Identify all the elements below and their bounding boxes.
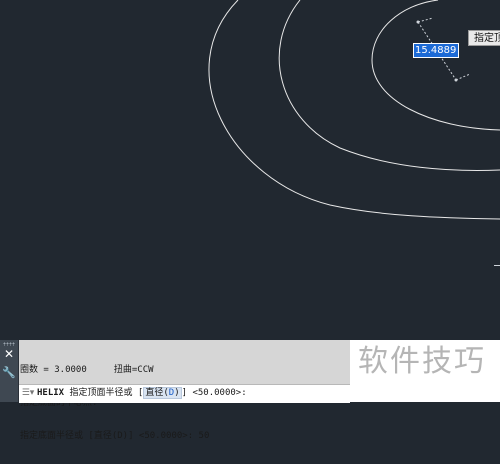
watermark-panel: 软件技巧	[350, 340, 500, 402]
command-history: 圈数 = 3.0000 扭曲=CCW 指定底面的中心点: 指定底面半径或 [直径…	[20, 343, 350, 464]
history-line: 圈数 = 3.0000 扭曲=CCW	[20, 365, 154, 375]
dynamic-prompt-tooltip: 指定顶面	[468, 30, 500, 46]
drawing-canvas[interactable]: 15.4889 指定顶面	[0, 0, 500, 340]
prompt-suffix: ] <50.0000>:	[181, 388, 247, 398]
command-name: HELIX	[37, 388, 65, 398]
option-diameter[interactable]: 直径(D)	[143, 387, 182, 399]
preview-vertex	[416, 20, 420, 24]
command-input-row[interactable]: ☰▾ HELIX 指定顶面半径或 [直径(D)] <50.0000>:	[19, 384, 350, 403]
prompt-text: 指定顶面半径或 [	[64, 388, 144, 398]
watermark-text: 软件技巧	[358, 344, 486, 379]
preview-vertex	[454, 78, 458, 82]
helix-outer-arc	[208, 0, 500, 220]
helix-middle-arc	[278, 0, 500, 171]
dynamic-radius-input[interactable]: 15.4889	[413, 43, 459, 58]
wrench-icon[interactable]: 🔧	[0, 367, 18, 379]
drag-grip-icon[interactable]	[3, 342, 15, 346]
helix-inner-arc	[371, 0, 500, 131]
command-line-sidebar: ✕ 🔧	[0, 340, 19, 402]
command-prompt-icon[interactable]: ☰▾	[19, 385, 37, 402]
close-icon[interactable]: ✕	[0, 348, 18, 360]
option-label: 直径(	[145, 388, 169, 398]
option-close: )	[174, 388, 180, 398]
canvas-edge-tick	[494, 265, 500, 266]
command-line-window: ✕ 🔧 圈数 = 3.0000 扭曲=CCW 指定底面的中心点: 指定底面半径或…	[0, 340, 350, 441]
history-line: 指定底面半径或 [直径(D)] <50.0000>: 50	[20, 431, 210, 441]
